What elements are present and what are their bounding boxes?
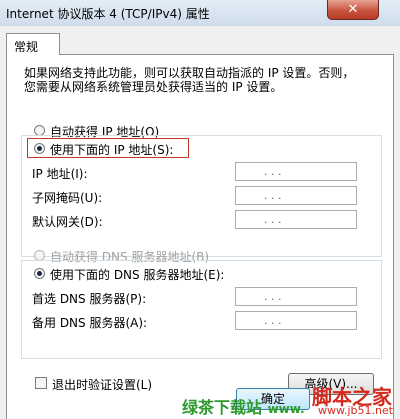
dns-manual-label[interactable]: 使用下面的 DNS 服务器地址(E): bbox=[50, 266, 224, 283]
alternate-dns-value: . . . bbox=[264, 314, 282, 327]
ip-address-input[interactable]: . . . bbox=[235, 162, 357, 181]
watermark-lvcha: 绿茶下载站 www. bbox=[182, 394, 305, 418]
validate-label[interactable]: 退出时验证设置(L) bbox=[52, 376, 152, 393]
ip-manual-radio[interactable] bbox=[34, 143, 45, 154]
watermark-lvcha-text: 绿茶下载站 bbox=[182, 398, 263, 417]
close-button[interactable]: ✕ bbox=[327, 0, 379, 20]
subnet-mask-label: 子网掩码(U): bbox=[32, 191, 103, 205]
validate-checkbox[interactable] bbox=[35, 377, 47, 389]
watermark-lvcha-url: www. bbox=[267, 402, 305, 416]
subnet-mask-value: . . . bbox=[264, 189, 282, 202]
preferred-dns-label: 首选 DNS 服务器(P): bbox=[32, 292, 147, 306]
default-gateway-value: . . . bbox=[264, 213, 282, 226]
tab-general-label: 常规 bbox=[14, 40, 39, 54]
ip-manual-label[interactable]: 使用下面的 IP 地址(S): bbox=[50, 141, 173, 158]
description-line-2: 您需要从网络系统管理员处获得适当的 IP 设置。 bbox=[24, 80, 283, 94]
dns-manual-radio[interactable] bbox=[34, 268, 45, 279]
subnet-mask-input[interactable]: . . . bbox=[235, 186, 357, 205]
default-gateway-input[interactable]: . . . bbox=[235, 210, 357, 229]
dialog-client-area: 常规 如果网络支持此功能，则可以获取自动指派的 IP 设置。否则， 您需要从网络… bbox=[0, 26, 400, 419]
dialog-window: Internet 协议版本 4 (TCP/IPv4) 属性 ✕ 常规 如果网络支… bbox=[0, 0, 400, 419]
preferred-dns-input[interactable]: . . . bbox=[235, 287, 357, 306]
preferred-dns-value: . . . bbox=[264, 290, 282, 303]
ip-address-label: IP 地址(I): bbox=[32, 167, 88, 181]
close-icon: ✕ bbox=[347, 2, 359, 17]
description-line-1: 如果网络支持此功能，则可以获取自动指派的 IP 设置。否则， bbox=[24, 66, 355, 80]
tab-panel: 如果网络支持此功能，则可以获取自动指派的 IP 设置。否则， 您需要从网络系统管… bbox=[6, 54, 394, 419]
default-gateway-label: 默认网关(D): bbox=[32, 215, 103, 229]
alternate-dns-label: 备用 DNS 服务器(A): bbox=[32, 316, 148, 330]
ip-address-value: . . . bbox=[264, 165, 282, 178]
window-title: Internet 协议版本 4 (TCP/IPv4) 属性 bbox=[6, 7, 210, 21]
alternate-dns-input[interactable]: . . . bbox=[235, 311, 357, 330]
title-bar[interactable]: Internet 协议版本 4 (TCP/IPv4) 属性 ✕ bbox=[0, 0, 400, 26]
watermark-jb51-url: www.jb51.net bbox=[318, 404, 394, 417]
tab-general[interactable]: 常规 bbox=[6, 33, 60, 55]
